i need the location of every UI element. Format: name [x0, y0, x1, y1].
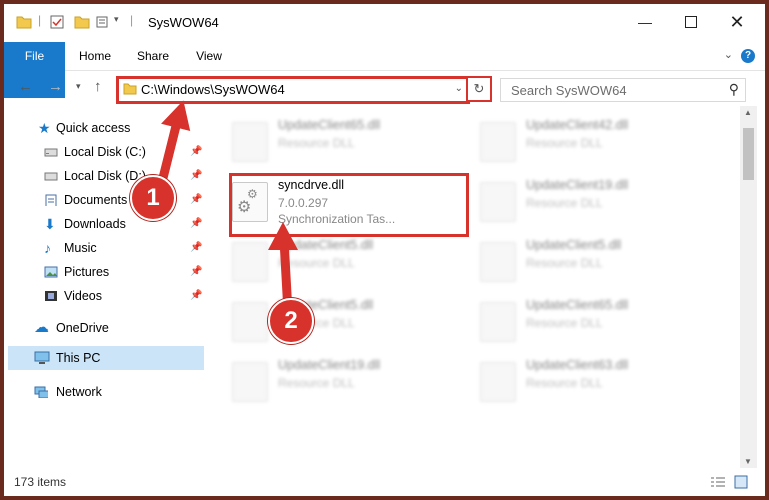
- arrow-2-head: [268, 222, 298, 250]
- annotation-arrows: [155, 100, 298, 317]
- arrow-1-head: [161, 100, 191, 131]
- callout-2: 2: [268, 298, 314, 344]
- callout-1: 1: [130, 175, 176, 221]
